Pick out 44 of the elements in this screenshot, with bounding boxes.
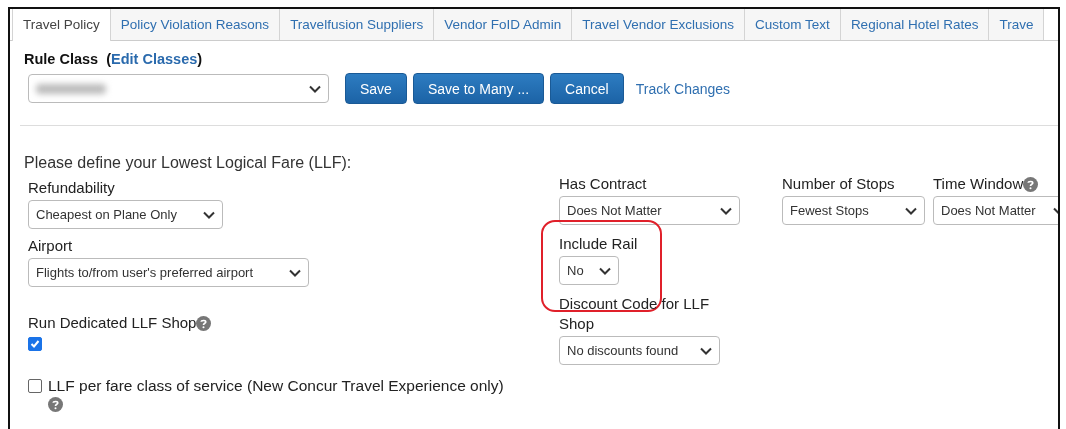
rule-class-heading: Rule Class (Edit Classes) [24,51,204,67]
dropdown[interactable]: Fewest Stops [782,196,925,225]
action-button[interactable]: Save to Many ... [412,73,545,104]
tab[interactable]: Vendor FoID Admin [434,9,573,40]
help-icon[interactable] [48,397,63,412]
dropdown[interactable]: Does Not Matter [933,196,1058,225]
help-icon[interactable] [196,315,212,331]
edit-classes-link[interactable]: Edit Classes [111,51,198,67]
tab[interactable]: Travelfusion Suppliers [280,9,435,40]
checkbox[interactable] [28,379,42,393]
intro-text: Please define your Lowest Logical Fare (LLF): [24,154,353,172]
tab[interactable]: Custom Text [745,9,841,40]
field-label: Has Contract [559,174,647,194]
dropdown[interactable]: No [559,256,619,285]
field-label: Include Rail [559,234,639,254]
tab[interactable]: Regional Hotel Rates [840,9,990,40]
tab[interactable]: Trave [989,9,1045,40]
redacted-value [36,83,106,94]
tab[interactable]: Travel Vendor Exclusions [572,9,746,40]
dropdown[interactable]: Does Not Matter [559,196,740,225]
checkbox-label: LLF per fare class of service (New Concur Travel Experience only) [48,377,504,394]
chevron-icon [203,210,215,219]
help-icon[interactable] [1023,176,1039,192]
field-label: Time Window [933,174,1024,194]
tab[interactable]: Policy Violation Reasons [110,9,281,40]
chevron-icon [720,206,732,215]
field-label: Run Dedicated LLF Shop [28,313,197,333]
chevron-icon [700,346,712,355]
field-label: Discount Code for LLF Shop [559,294,711,334]
dropdown[interactable]: Cheapest on Plane Only [28,200,223,229]
field-label: Refundability [28,178,115,198]
track-changes-link[interactable]: Track Changes [635,80,731,97]
checkbox[interactable] [28,337,42,351]
chevron-icon [599,266,611,275]
chevron-icon [905,206,917,215]
dropdown[interactable]: Flights to/from user's preferred airport [28,258,309,287]
tab[interactable]: Travel Policy [12,9,111,41]
field-label: Airport [28,236,73,256]
action-button[interactable]: Cancel [550,73,624,104]
dropdown[interactable]: No discounts found [559,336,720,365]
chevron-icon [309,84,321,93]
action-button[interactable]: Save [345,73,407,104]
chevron-icon [289,268,301,277]
field-label: Number of Stops [782,174,895,194]
